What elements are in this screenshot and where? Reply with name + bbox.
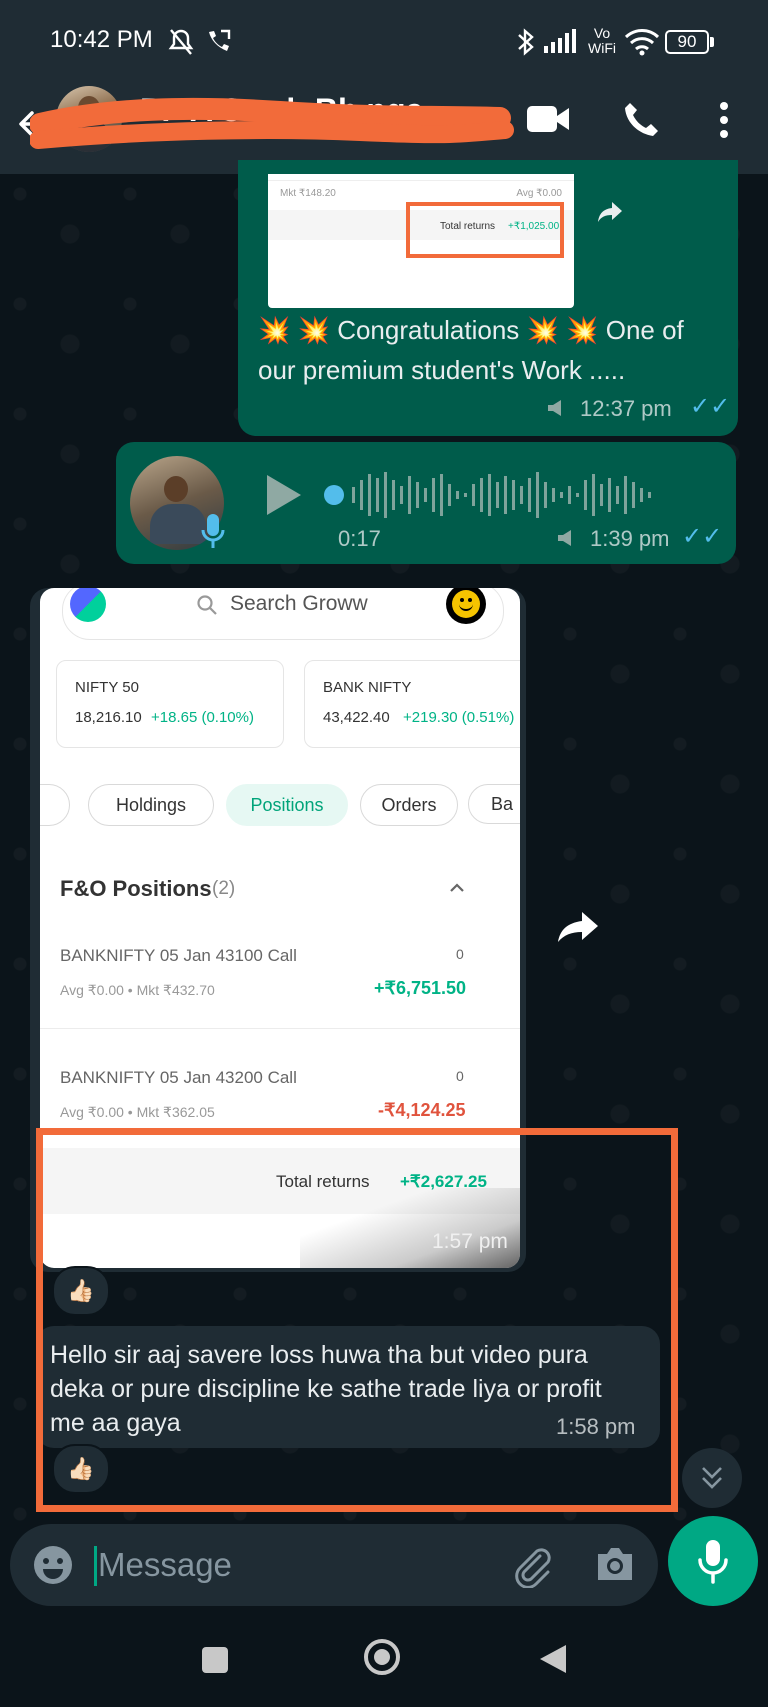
tab-label: Orders [381,794,437,815]
section-count: (2) [212,878,236,899]
tab-label: Holdings [115,794,187,815]
tab-label: Ba [491,793,514,814]
more-vertical-icon[interactable] [714,100,734,140]
tab-partial [40,784,70,826]
attach-icon[interactable] [510,1544,554,1588]
voice-record-button[interactable] [668,1516,758,1606]
outgoing-voice-message[interactable]: 0:17 1:39 pm ✓✓ [116,442,736,564]
chevron-up-icon [450,883,464,892]
voice-duration: 0:17 [338,526,381,551]
battery-tip [710,37,714,47]
tab-label: Positions [250,794,324,815]
preview-total-label: Total returns [440,221,496,232]
back-button[interactable] [538,1643,568,1675]
highlight-box [36,1128,678,1512]
scroll-to-bottom-button[interactable] [682,1448,742,1508]
speaker-icon [558,530,571,546]
index-value: 18,216.10 [75,709,142,726]
position-meta: Avg ₹0.00 • Mkt ₹362.05 [60,1104,215,1120]
system-nav-bar [0,1611,768,1707]
voice-waveform[interactable] [324,466,664,524]
message-text: 💥 💥 Congratulations 💥 💥 One of our premi… [258,315,684,385]
wifi-icon [624,29,660,56]
bluetooth-icon [518,28,534,56]
emoji-icon[interactable] [32,1544,74,1586]
read-receipt-icon: ✓✓ [682,523,723,550]
position-qty: 0 [456,1068,464,1084]
voice-time: 1:39 pm [590,526,670,551]
recent-apps-button[interactable] [202,1647,228,1673]
row-divider [40,1028,520,1029]
message-composer[interactable]: Message [10,1524,658,1606]
preview-avg: Avg ₹0.00 [516,188,562,199]
battery-level: 90 [677,32,697,51]
section-title: F&O Positions [60,876,212,901]
message-input[interactable]: Message [98,1546,232,1584]
microphone-icon [698,1540,728,1584]
forward-icon[interactable] [596,200,624,224]
call-icon [209,29,231,51]
position-qty: 0 [456,946,464,962]
message-time: 12:37 pm [580,396,672,421]
index-value: 43,422.40 [323,709,390,726]
position-pnl: +₹6,751.50 [374,978,467,998]
read-receipt-icon: ✓✓ [690,393,731,420]
home-button[interactable] [364,1639,400,1675]
message-image-preview[interactable]: Mkt ₹148.20 Avg ₹0.00 Total returns +₹1,… [268,174,574,308]
index-change: +219.30 (0.51%) [403,709,515,726]
position-meta: Avg ₹0.00 • Mkt ₹432.70 [60,982,215,998]
index-name: NIFTY 50 [75,679,139,696]
preview-mkt: Mkt ₹148.20 [280,188,336,199]
tab-positions: Positions [226,784,348,826]
index-card-banknifty: BANK NIFTY 43,422.40 +219.30 (0.51%) [304,660,520,748]
text-cursor [94,1546,97,1586]
signal-icon [544,29,576,53]
search-icon [197,595,217,615]
index-change: +18.65 (0.10%) [151,709,254,726]
microphone-icon [201,514,225,548]
position-name: BANKNIFTY 05 Jan 43200 Call [60,1068,297,1087]
forward-icon[interactable] [556,910,600,944]
outgoing-image-message[interactable]: Mkt ₹148.20 Avg ₹0.00 Total returns +₹1,… [238,160,738,436]
index-card-nifty: NIFTY 50 18,216.10 +18.65 (0.10%) [56,660,284,748]
battery-icon: 90 [665,30,709,54]
vowifi-label: Vo WiFi [588,25,616,56]
tab-holdings: Holdings [88,784,214,826]
tab-partial-ba: Ba [468,784,520,824]
tab-orders: Orders [360,784,458,826]
status-bar: 10:42 PM Vo WiFi 90 [0,0,768,86]
speaker-icon [548,400,561,416]
position-pnl: -₹4,124.25 [378,1100,466,1120]
phone-icon[interactable] [622,100,660,138]
camera-icon[interactable] [594,1546,636,1582]
status-time: 10:42 PM [50,26,153,53]
double-chevron-down-icon [702,1467,722,1489]
mute-bell-icon [168,29,194,55]
redaction-scribble [30,97,514,149]
play-icon[interactable] [264,472,304,518]
index-name: BANK NIFTY [323,679,412,696]
position-name: BANKNIFTY 05 Jan 43100 Call [60,946,297,965]
groww-search-placeholder: Search Groww [230,592,368,615]
video-call-icon[interactable] [526,104,570,134]
preview-total-value: +₹1,025.00 [508,221,560,232]
